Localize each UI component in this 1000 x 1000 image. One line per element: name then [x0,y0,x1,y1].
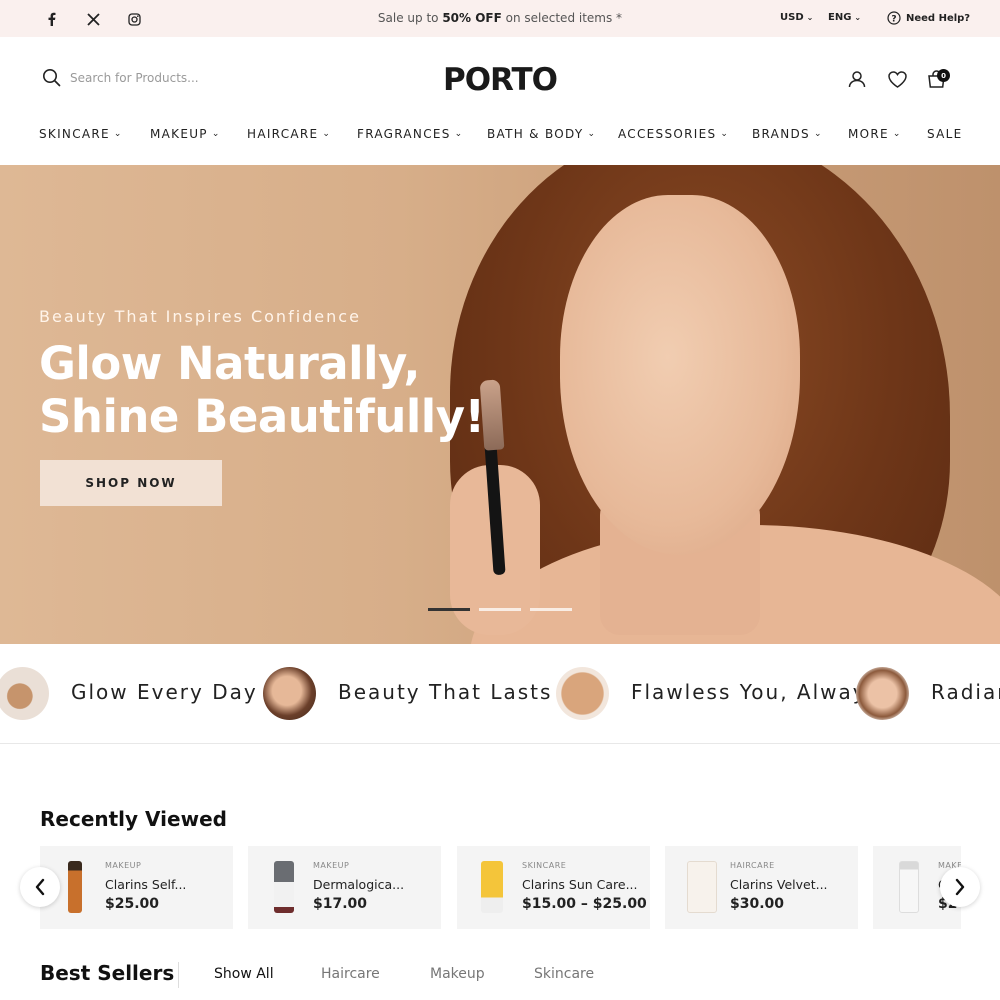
nav-item-skincare[interactable]: SKINCARE ⌄ [39,127,123,141]
product-price: $15.00 – $25.00 [522,896,647,912]
chevron-down-icon: ⌄ [813,129,823,139]
tab-makeup[interactable]: Makeup [430,966,485,982]
facebook-icon[interactable] [42,10,60,28]
language-selector[interactable]: ENG ⌄ [828,12,861,23]
product-card[interactable]: MAKEUP Dermalogica... $17.00 [248,846,441,929]
search-bar[interactable] [42,68,230,87]
nav-item-sale[interactable]: SALE [927,127,963,141]
product-category: HAIRCARE [730,861,775,870]
porto-logo[interactable]: PORTO [440,60,560,100]
nav-item-haircare[interactable]: HAIRCARE ⌄ [247,127,331,141]
product-image[interactable] [274,861,294,913]
marquee-thumb-model [263,667,316,720]
need-help-link[interactable]: ? Need Help? [887,11,970,25]
currency-selector[interactable]: USD ⌄ [780,12,813,23]
product-price: $17.00 [313,896,368,912]
product-image[interactable] [68,861,82,913]
chevron-down-icon: ⌄ [113,129,123,139]
chevron-down-icon: ⌄ [454,129,464,139]
wishlist-icon[interactable] [886,68,908,90]
carousel-next-button[interactable] [940,867,980,907]
chevron-down-icon: ⌄ [892,129,902,139]
marquee-thumb-powder [0,667,49,720]
product-card[interactable]: MAKEUP Clarins Self... $25.00 [40,846,233,929]
product-card[interactable]: SKINCARE Clarins Sun Care... $15.00 – $2… [457,846,650,929]
chevron-left-icon [35,878,45,896]
nav-item-makeup[interactable]: MAKEUP ⌄ [150,127,221,141]
best-sellers-title: Best Sellers [40,961,175,985]
product-category: MAKEUP [313,861,350,870]
product-card[interactable]: HAIRCARE Clarins Velvet... $30.00 [665,846,858,929]
marquee-thumb-swatch [556,667,609,720]
hero-headline: Glow Naturally, Shine Beautifully! [39,337,485,443]
product-image[interactable] [899,861,919,913]
chevron-down-icon: ⌄ [806,13,814,22]
svg-text:?: ? [891,15,896,25]
carousel-prev-button[interactable] [20,867,60,907]
chevron-down-icon: ⌄ [211,129,221,139]
nav-item-more[interactable]: MORE ⌄ [848,127,902,141]
marquee-strip: Glow Every Day Beauty That Lasts Flawles… [0,644,1000,744]
nav-item-brands[interactable]: BRANDS ⌄ [752,127,823,141]
product-price: $25.00 [105,896,160,912]
search-input[interactable] [70,70,230,85]
nav-item-accessories[interactable]: ACCESSORIES ⌄ [618,127,729,141]
product-name[interactable]: Clarins Sun Care... [522,877,638,892]
product-image[interactable] [687,861,717,913]
marquee-text: Glow Every Day [71,680,258,704]
product-category: MAKEUP [105,861,142,870]
tab-haircare[interactable]: Haircare [321,966,380,982]
hero-headline-line2: Shine Beautifully! [39,390,485,443]
nav-item-fragrances[interactable]: FRAGRANCES ⌄ [357,127,464,141]
product-category: SKINCARE [522,861,567,870]
marquee-thumb-model [856,667,909,720]
hero-headline-line1: Glow Naturally, [39,337,420,390]
product-price: $30.00 [730,896,785,912]
chevron-down-icon: ⌄ [854,13,862,22]
chevron-down-icon: ⌄ [720,129,730,139]
top-promo-bar: Sale up to 50% OFF on selected items * U… [0,0,1000,37]
tab-skincare[interactable]: Skincare [534,966,594,982]
hero-eyebrow: Beauty That Inspires Confidence [39,307,361,326]
slide-dot-2[interactable] [479,608,521,611]
product-name[interactable]: Clarins Self... [105,877,186,892]
promo-text: Sale up to 50% OFF on selected items * [377,11,623,25]
chevron-down-icon: ⌄ [587,129,597,139]
search-icon[interactable] [42,68,61,87]
marquee-text: Beauty That Lasts [338,680,553,704]
nav-item-bath-body[interactable]: BATH & BODY ⌄ [487,127,596,141]
product-image[interactable] [481,861,503,913]
instagram-icon[interactable] [125,10,143,28]
product-name[interactable]: Clarins Velvet... [730,877,828,892]
tab-show-all[interactable]: Show All [214,966,274,982]
product-name[interactable]: Dermalogica... [313,877,404,892]
hero-model-face [560,195,800,555]
cart-count-badge: 0 [937,69,950,82]
marquee-text: Flawless You, Alway [631,680,867,704]
x-icon[interactable] [84,10,102,28]
slide-dot-3[interactable] [530,608,572,611]
chevron-down-icon: ⌄ [322,129,332,139]
recently-viewed-title: Recently Viewed [40,807,227,831]
tabs-divider [178,962,179,988]
help-icon: ? [887,11,901,25]
marquee-text: Radiar [931,680,1000,704]
chevron-right-icon [955,878,965,896]
slide-dot-1[interactable] [428,608,470,611]
shop-now-button[interactable]: SHOP NOW [40,460,222,506]
hero-banner: Beauty That Inspires Confidence Glow Nat… [0,165,1000,644]
account-icon[interactable] [846,68,868,90]
